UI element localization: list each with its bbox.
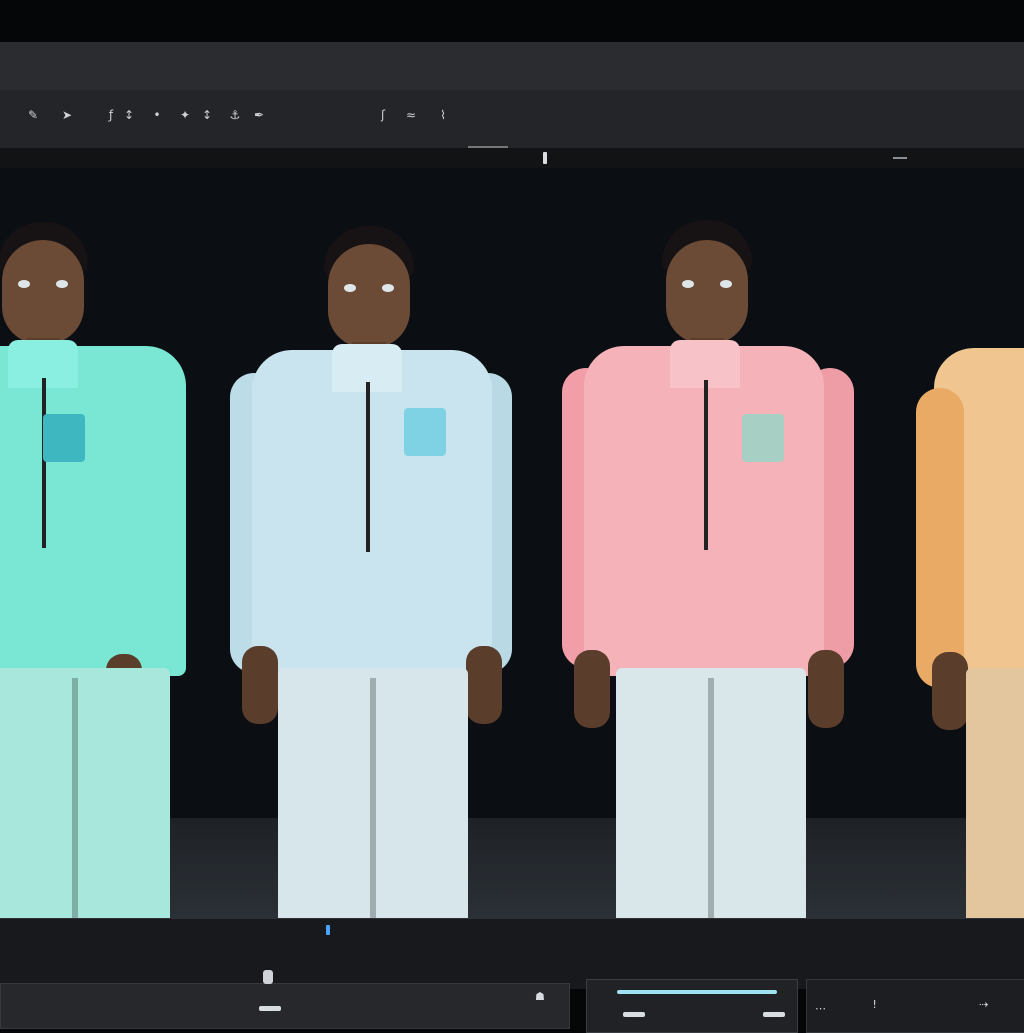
dot-icon[interactable]: •	[150, 108, 164, 122]
sparkle-icon[interactable]: ✦	[178, 108, 192, 122]
figure-pink[interactable]	[560, 168, 854, 918]
figure-mint[interactable]	[0, 168, 200, 918]
status-icon: ⋯	[815, 1002, 826, 1015]
head	[2, 240, 84, 344]
bottom-panel: ☗ ⋯ ǃ ⇢	[0, 918, 1024, 1033]
hand	[242, 646, 278, 724]
wave-icon[interactable]: ≈	[404, 108, 418, 122]
text-icon[interactable]: ƒ	[104, 108, 118, 122]
info-icon[interactable]: ǃ	[873, 998, 876, 1011]
badge	[742, 414, 784, 462]
menubar	[0, 42, 1024, 91]
app-window: ✎ ➤ ƒ ↕ • ✦ ↕ ⚓ ✒ ʃ ≈ ⌇ ☗ ⋯ ǃ ⇢	[0, 42, 1024, 1033]
zip	[366, 382, 370, 552]
strip-marker[interactable]	[543, 152, 547, 164]
toolbar: ✎ ➤ ƒ ↕ • ✦ ↕ ⚓ ✒ ʃ ≈ ⌇	[0, 90, 1024, 149]
zip	[704, 380, 708, 550]
leg-gap	[708, 678, 714, 918]
slider-pill-left[interactable]	[623, 1012, 645, 1017]
pants	[966, 668, 1024, 918]
hand	[466, 646, 502, 724]
hand	[574, 650, 610, 728]
hand	[808, 650, 844, 728]
pen-icon[interactable]: ✒	[252, 108, 266, 122]
viewport[interactable]	[0, 168, 1024, 918]
slider-pill-right[interactable]	[763, 1012, 785, 1017]
playhead[interactable]	[326, 925, 330, 935]
brush-icon[interactable]: ✎	[26, 108, 40, 122]
eye	[56, 280, 68, 288]
zip	[42, 378, 46, 548]
eye	[18, 280, 30, 288]
value-slider[interactable]	[617, 990, 777, 994]
eye	[344, 284, 356, 292]
status-panel: ⋯ ǃ ⇢	[806, 979, 1024, 1033]
anchor-icon[interactable]: ⚓	[228, 108, 242, 122]
eye	[720, 280, 732, 288]
figure-sky[interactable]	[228, 168, 518, 918]
leg-gap	[72, 678, 78, 918]
arrow-icon[interactable]: ⇢	[979, 998, 988, 1011]
badge	[43, 414, 85, 462]
jacket	[0, 346, 186, 676]
field-icon[interactable]: ⌇	[436, 108, 450, 122]
leg-gap	[370, 678, 376, 918]
camera-icon[interactable]: ☗	[535, 990, 545, 1003]
control-panel	[586, 979, 798, 1033]
timeline-strip[interactable]	[0, 148, 1024, 168]
jacket	[252, 350, 492, 680]
timeline-track[interactable]: ☗	[0, 970, 570, 1029]
script-icon[interactable]: ʃ	[376, 108, 390, 122]
figure-peach[interactable]	[910, 168, 1024, 918]
arrow-icon[interactable]: ↕	[200, 108, 214, 122]
badge	[404, 408, 446, 456]
head	[328, 244, 410, 348]
timeline-knob[interactable]	[263, 970, 273, 984]
head	[666, 240, 748, 344]
strip-dot	[893, 157, 907, 159]
sleeve-left	[916, 388, 964, 688]
eye	[382, 284, 394, 292]
pointer-icon[interactable]: ➤	[60, 108, 74, 122]
transform-icon[interactable]: ↕	[122, 108, 136, 122]
eye	[682, 280, 694, 288]
hand	[932, 652, 968, 730]
timeline-pill[interactable]	[259, 1006, 281, 1011]
pants	[0, 668, 170, 918]
